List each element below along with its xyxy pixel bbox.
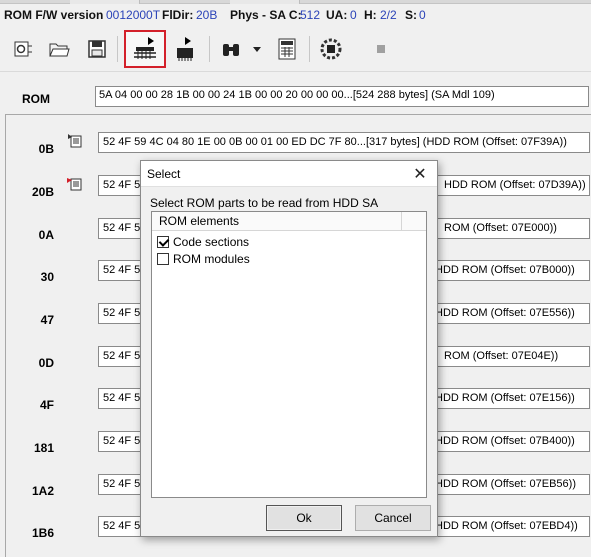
- save-icon[interactable]: [82, 34, 112, 64]
- tab-fragment[interactable]: [230, 0, 300, 4]
- dialog-titlebar[interactable]: Select ✕: [141, 161, 437, 187]
- rom-part-row[interactable]: 0B 52 4F 59 4C 04 80 1E 00 0B 00 01 00 E…: [6, 132, 591, 162]
- stop-icon[interactable]: [366, 34, 396, 64]
- rom-part-name: 30: [40, 270, 54, 284]
- rom-part-name: 0D: [38, 356, 54, 370]
- module-red-icon: [66, 175, 84, 193]
- rom-part-offset: HDD ROM (Offset: 07B400)): [435, 435, 575, 447]
- toolbar-separator: [209, 36, 210, 62]
- phys-label: Phys - SA C:: [230, 8, 302, 22]
- dropdown-arrow-icon[interactable]: [248, 34, 266, 64]
- rom-fw-value: 0012000T: [106, 8, 161, 22]
- rom-part-name: 0B: [38, 142, 54, 156]
- h-label: H:: [364, 8, 377, 22]
- list-header: ROM elements: [152, 212, 426, 231]
- rom-part-name: 47: [40, 313, 54, 327]
- rom-part-name: 20B: [31, 185, 54, 199]
- chip-gear-icon[interactable]: [316, 34, 346, 64]
- s-value: 0: [419, 8, 426, 22]
- rom-label: ROM: [22, 92, 50, 106]
- write-chip-icon[interactable]: [170, 34, 200, 64]
- rom-part-name: 1B6: [31, 526, 54, 540]
- close-icon[interactable]: ✕: [403, 161, 437, 186]
- read-rom-from-sa-icon[interactable]: [124, 30, 166, 68]
- chip-settings-icon[interactable]: [8, 34, 38, 64]
- module-icon: [66, 132, 84, 150]
- column-header-rom-elements[interactable]: ROM elements: [152, 212, 402, 231]
- select-dialog: Select ✕ Select ROM parts to be read fro…: [140, 160, 438, 537]
- list-item-label: ROM modules: [173, 252, 250, 266]
- checkbox-code-sections[interactable]: [157, 236, 169, 248]
- rom-elements-list[interactable]: ROM elements Code sections ROM modules: [151, 211, 427, 498]
- rom-part-offset: HDD ROM (Offset: 07E556)): [435, 307, 575, 319]
- s-label: S:: [405, 8, 417, 22]
- list-item-label: Code sections: [173, 235, 250, 249]
- rom-fw-label: ROM F/W version: [4, 8, 104, 22]
- open-folder-icon[interactable]: [44, 34, 74, 64]
- toolbar: [0, 26, 591, 72]
- fldir-label: FlDir:: [162, 8, 194, 22]
- rom-part-offset: HDD ROM (Offset: 07E156)): [435, 392, 575, 404]
- tab-strip: [0, 0, 591, 4]
- ua-label: UA:: [326, 8, 348, 22]
- rom-part-offset: HDD ROM (Offset: 07EBD4)): [435, 520, 578, 532]
- ok-button[interactable]: Ok: [266, 505, 342, 531]
- fldir-value: 20B: [196, 8, 218, 22]
- cancel-button[interactable]: Cancel: [355, 505, 431, 531]
- rom-part-name: 181: [33, 441, 54, 455]
- tab-fragment[interactable]: [70, 0, 140, 4]
- dialog-title: Select: [147, 167, 181, 181]
- rom-part-hex: 52 4F 59 4C 04 80 1E 00 0B 00 01 00 ED D…: [103, 136, 567, 148]
- rom-part-field[interactable]: 52 4F 59 4C 04 80 1E 00 0B 00 01 00 ED D…: [98, 132, 590, 153]
- rom-part-offset: ROM (Offset: 07E000)): [444, 222, 557, 234]
- rom-part-offset: ROM (Offset: 07E04E)): [444, 350, 559, 362]
- binoculars-icon[interactable]: [216, 34, 246, 64]
- rom-part-name: 1A2: [31, 484, 54, 498]
- phys-value: 512: [300, 8, 321, 22]
- h-value: 2/2: [380, 8, 397, 22]
- rom-part-offset: HDD ROM (Offset: 07B000)): [435, 264, 575, 276]
- rom-part-offset: HDD ROM (Offset: 07EB56)): [435, 478, 576, 490]
- calculator-icon[interactable]: [272, 34, 302, 64]
- rom-part-offset: HDD ROM (Offset: 07D39A)): [444, 179, 586, 191]
- rom-part-name: 4F: [39, 398, 54, 412]
- toolbar-separator: [117, 36, 118, 62]
- ua-value: 0: [350, 8, 357, 22]
- rom-field[interactable]: 5A 04 00 00 28 1B 00 00 24 1B 00 00 20 0…: [95, 86, 589, 107]
- rom-part-name: 0A: [38, 228, 54, 242]
- status-line: ROM F/W version 0012000T FlDir: 20B Phys…: [0, 6, 591, 24]
- toolbar-separator: [309, 36, 310, 62]
- checkbox-rom-modules[interactable]: [157, 253, 169, 265]
- dialog-description: Select ROM parts to be read from HDD SA: [150, 196, 379, 210]
